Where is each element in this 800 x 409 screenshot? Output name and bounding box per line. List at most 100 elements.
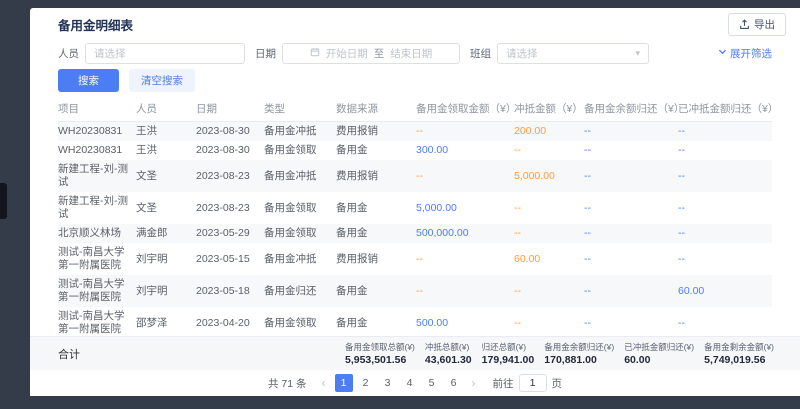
expand-filter-link[interactable]: 展开筛选 bbox=[718, 46, 786, 61]
cell-project: 测试-南昌大学第一附属医院 bbox=[58, 275, 136, 307]
cell-project: 测试-南昌大学第一附属医院 bbox=[58, 307, 136, 336]
table-row: 新建工程-刘-测试文圣2023-08-23备用金冲抵费用报销--5,000.00… bbox=[58, 160, 772, 192]
chevron-down-icon bbox=[718, 47, 727, 59]
cell-receive: -- bbox=[416, 275, 514, 307]
cell-project: WH20230831 bbox=[58, 122, 136, 142]
table-body: WH20230831王洪2023-08-30备用金冲抵费用报销--200.00-… bbox=[58, 122, 772, 337]
cell-type: 备用金领取 bbox=[264, 224, 336, 243]
pagination-total: 共 71 条 bbox=[268, 376, 307, 391]
table-row: 北京顺义林场满金郎2023-05-29备用金领取备用金500,000.00---… bbox=[58, 224, 772, 243]
cell-receive: 300.00 bbox=[416, 141, 514, 160]
cell-date: 2023-08-23 bbox=[196, 160, 264, 192]
date-start-placeholder: 开始日期 bbox=[326, 46, 368, 61]
cell-offset_return: -- bbox=[678, 192, 772, 224]
table-row: WH20230831王洪2023-08-30备用金冲抵费用报销--200.00-… bbox=[58, 122, 772, 142]
search-button[interactable]: 搜索 bbox=[58, 69, 119, 92]
team-select[interactable]: 请选择 ▾ bbox=[497, 43, 649, 64]
pagination-bar: 共 71 条 ‹ 123456 › 前往 页 bbox=[30, 370, 800, 396]
prev-page-icon[interactable]: ‹ bbox=[319, 376, 329, 390]
page-button[interactable]: 6 bbox=[445, 374, 463, 392]
cell-offset: -- bbox=[514, 275, 584, 307]
summary-item-value: 43,601.30 bbox=[425, 354, 472, 366]
cell-type: 备用金领取 bbox=[264, 192, 336, 224]
cell-date: 2023-05-18 bbox=[196, 275, 264, 307]
page-list: 123456 bbox=[335, 374, 463, 392]
cell-project: 北京顺义林场 bbox=[58, 224, 136, 243]
cell-source: 备用金 bbox=[336, 141, 416, 160]
cell-type: 备用金领取 bbox=[264, 141, 336, 160]
date-range-picker[interactable]: 开始日期 至 结束日期 bbox=[282, 43, 460, 64]
table-row: WH20230831王洪2023-08-30备用金领取备用金300.00----… bbox=[58, 141, 772, 160]
cell-receive: -- bbox=[416, 122, 514, 142]
date-separator: 至 bbox=[374, 46, 385, 61]
summary-item: 备用金余额归还(¥)170,881.00 bbox=[544, 341, 614, 366]
cell-project: 测试-南昌大学第一附属医院 bbox=[58, 243, 136, 275]
page-button[interactable]: 3 bbox=[379, 374, 397, 392]
column-header: 已冲抵金额归还（¥） bbox=[678, 96, 772, 122]
next-page-icon[interactable]: › bbox=[469, 376, 479, 390]
page-button[interactable]: 4 bbox=[401, 374, 419, 392]
page-button[interactable]: 2 bbox=[357, 374, 375, 392]
cell-receive: 500,000.00 bbox=[416, 224, 514, 243]
cell-person: 文圣 bbox=[136, 160, 196, 192]
column-header: 人员 bbox=[136, 96, 196, 122]
team-select-placeholder: 请选择 bbox=[506, 46, 538, 61]
goto-page: 前往 页 bbox=[493, 374, 563, 392]
goto-label: 前往 bbox=[493, 376, 514, 391]
cell-project: 新建工程-刘-测试 bbox=[58, 192, 136, 224]
summary-items: 备用金领取总额(¥)5,953,501.56冲抵总额(¥)43,601.30归还… bbox=[345, 337, 774, 370]
summary-item-label: 备用金领取总额(¥) bbox=[345, 341, 415, 353]
cell-date: 2023-08-30 bbox=[196, 141, 264, 160]
cell-date: 2023-08-23 bbox=[196, 192, 264, 224]
cell-date: 2023-04-20 bbox=[196, 307, 264, 336]
date-end-placeholder: 结束日期 bbox=[390, 46, 432, 61]
drawer-handle[interactable] bbox=[0, 183, 7, 219]
cell-date: 2023-05-15 bbox=[196, 243, 264, 275]
summary-item: 备用金剩余金额(¥)5,749,019.56 bbox=[704, 341, 774, 366]
calendar-icon bbox=[310, 47, 320, 60]
summary-item-value: 5,749,019.56 bbox=[704, 354, 774, 366]
cell-person: 文圣 bbox=[136, 192, 196, 224]
cell-offset: -- bbox=[514, 224, 584, 243]
summary-item-label: 归还总额(¥) bbox=[482, 341, 535, 353]
goto-page-input[interactable] bbox=[519, 374, 547, 392]
table-row: 新建工程-刘-测试文圣2023-08-23备用金领取备用金5,000.00---… bbox=[58, 192, 772, 224]
export-label: 导出 bbox=[754, 17, 775, 32]
cell-offset: -- bbox=[514, 141, 584, 160]
cell-source: 备用金 bbox=[336, 192, 416, 224]
cell-source: 备用金 bbox=[336, 307, 416, 336]
person-filter: 人员 请选择 bbox=[58, 43, 245, 64]
cell-offset_return: -- bbox=[678, 243, 772, 275]
cell-offset: -- bbox=[514, 192, 584, 224]
summary-item-label: 已冲抵金额归还(¥) bbox=[624, 341, 694, 353]
table-row: 测试-南昌大学第一附属医院刘宇明2023-05-15备用金冲抵费用报销--60.… bbox=[58, 243, 772, 275]
clear-search-button[interactable]: 清空搜索 bbox=[129, 69, 195, 92]
team-filter: 班组 请选择 ▾ bbox=[470, 43, 649, 64]
cell-balance_return: -- bbox=[584, 307, 678, 336]
summary-item-label: 备用金剩余金额(¥) bbox=[704, 341, 774, 353]
cell-person: 刘宇明 bbox=[136, 243, 196, 275]
summary-item-value: 5,953,501.56 bbox=[345, 354, 415, 366]
page-button[interactable]: 1 bbox=[335, 374, 353, 392]
cell-offset: -- bbox=[514, 307, 584, 336]
page-title: 备用金明细表 bbox=[58, 15, 133, 34]
cell-receive: -- bbox=[416, 160, 514, 192]
summary-item-value: 179,941.00 bbox=[482, 354, 535, 366]
column-header: 类型 bbox=[264, 96, 336, 122]
summary-item-value: 170,881.00 bbox=[544, 354, 614, 366]
cell-receive: 5,000.00 bbox=[416, 192, 514, 224]
cell-project: 新建工程-刘-测试 bbox=[58, 160, 136, 192]
person-select[interactable]: 请选择 bbox=[85, 43, 245, 64]
page-button[interactable]: 5 bbox=[423, 374, 441, 392]
cell-type: 备用金冲抵 bbox=[264, 243, 336, 275]
export-button[interactable]: 导出 bbox=[728, 13, 786, 36]
cell-balance_return: -- bbox=[584, 224, 678, 243]
export-icon bbox=[739, 19, 750, 30]
cell-offset_return: -- bbox=[678, 160, 772, 192]
cell-balance_return: -- bbox=[584, 275, 678, 307]
cell-project: WH20230831 bbox=[58, 141, 136, 160]
column-header: 备用金余额归还（¥） bbox=[584, 96, 678, 122]
data-table: 项目人员日期类型数据来源备用金领取金额（¥）冲抵金额（¥）备用金余额归还（¥）已… bbox=[30, 94, 800, 336]
chevron-down-icon: ▾ bbox=[635, 48, 640, 59]
cell-type: 备用金领取 bbox=[264, 307, 336, 336]
